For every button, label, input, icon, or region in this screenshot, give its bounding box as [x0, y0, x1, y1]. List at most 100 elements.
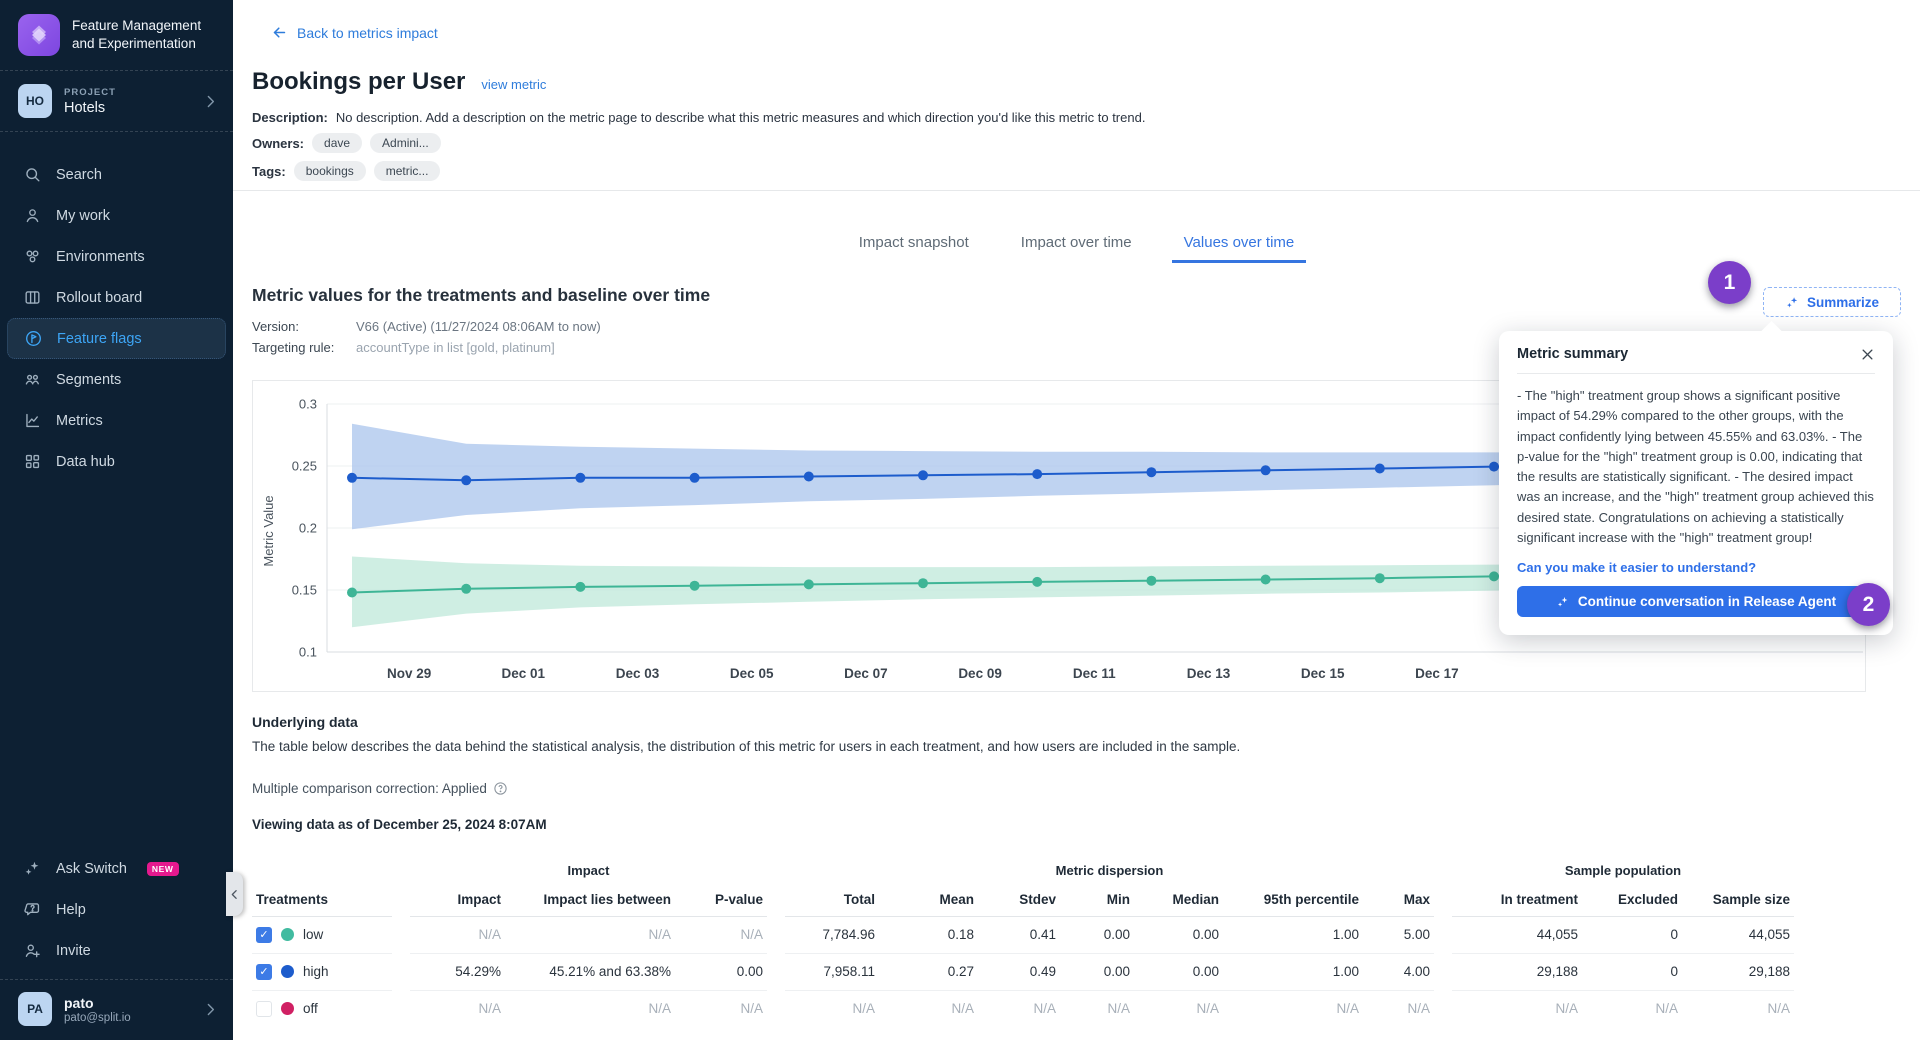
sidebar-item-label: Metrics: [56, 413, 103, 429]
sidebar-item-data-hub[interactable]: Data hub: [0, 441, 233, 482]
tag-pill[interactable]: bookings: [294, 161, 366, 181]
back-link[interactable]: Back to metrics impact: [271, 24, 438, 41]
svg-text:0.25: 0.25: [292, 459, 317, 474]
column-header: Treatments: [252, 884, 392, 916]
close-icon[interactable]: [1860, 347, 1875, 362]
table-group-header-row: ImpactMetric dispersionSample population: [252, 856, 1794, 884]
table-cell: N/A: [1682, 990, 1794, 1027]
popup-title: Metric summary: [1517, 346, 1628, 362]
treatment-checkbox-low[interactable]: ✓: [256, 927, 272, 943]
easier-to-understand-link[interactable]: Can you make it easier to understand?: [1517, 560, 1875, 575]
column-header: Max: [1363, 884, 1434, 916]
table-cell: 54.29%: [410, 953, 505, 990]
info-circle-icon[interactable]: [493, 781, 508, 796]
sidebar-collapse-handle[interactable]: [226, 872, 243, 916]
table-cell: 0.49: [978, 953, 1060, 990]
sidebar-item-label: Search: [56, 167, 102, 183]
owner-pill[interactable]: dave: [312, 133, 362, 153]
summarize-label: Summarize: [1807, 295, 1879, 310]
version-label: Version:: [252, 319, 356, 334]
underlying-data-description: The table below describes the data behin…: [252, 739, 1412, 754]
divider: [233, 190, 1920, 191]
environments-icon: [22, 247, 42, 267]
svg-text:Dec 05: Dec 05: [730, 666, 774, 681]
app-logo-row[interactable]: Feature Management and Experimentation: [0, 0, 233, 70]
sidebar-item-rollout-board[interactable]: Rollout board: [0, 277, 233, 318]
tab-bar: Impact snapshot Impact over time Values ov…: [233, 228, 1920, 263]
underlying-data-table: ImpactMetric dispersionSample population…: [252, 856, 1794, 1027]
column-header: Impact: [410, 884, 505, 916]
table-cell: N/A: [1060, 990, 1134, 1027]
sidebar-item-help[interactable]: Help: [0, 889, 233, 930]
continue-conversation-label: Continue conversation in Release Agent: [1578, 594, 1836, 609]
summarize-button[interactable]: Summarize: [1763, 287, 1901, 317]
tags-label: Tags:: [252, 164, 286, 179]
table-cell: N/A: [505, 916, 675, 953]
sidebar-item-label: My work: [56, 208, 110, 224]
table-cell: 0: [1582, 916, 1682, 953]
table-cell: 0.00: [1060, 916, 1134, 953]
svg-text:Dec 13: Dec 13: [1187, 666, 1231, 681]
sidebar-item-environments[interactable]: Environments: [0, 236, 233, 277]
sidebar-item-search[interactable]: Search: [0, 154, 233, 195]
column-header: Median: [1134, 884, 1223, 916]
sparkles-icon: [22, 859, 42, 879]
table-cell: 0: [1582, 953, 1682, 990]
app-root: Feature Management and Experimentation H…: [0, 0, 1920, 1040]
sidebar: Feature Management and Experimentation H…: [0, 0, 233, 1040]
tags-line: Tags: bookings metric...: [252, 161, 440, 181]
table-cell: 1.00: [1223, 953, 1363, 990]
svg-text:0.2: 0.2: [299, 521, 317, 536]
sidebar-item-metrics[interactable]: Metrics: [0, 400, 233, 441]
metrics-icon: [22, 411, 42, 431]
svg-text:0.3: 0.3: [299, 397, 317, 412]
table-cell: N/A: [1363, 990, 1434, 1027]
table-row-off: offN/AN/AN/AN/AN/AN/AN/AN/AN/AN/AN/AN/AN…: [252, 990, 1794, 1027]
treatment-color-dot: [281, 1002, 294, 1015]
project-switcher[interactable]: HO PROJECT Hotels: [0, 71, 233, 131]
sidebar-item-label: Environments: [56, 249, 145, 265]
svg-text:Dec 09: Dec 09: [958, 666, 1002, 681]
column-header: Impact lies between: [505, 884, 675, 916]
tag-pill[interactable]: metric...: [374, 161, 441, 181]
tab-impact-over-time[interactable]: Impact over time: [1009, 228, 1144, 263]
svg-text:Dec 17: Dec 17: [1415, 666, 1459, 681]
column-header: Excluded: [1582, 884, 1682, 916]
back-link-label: Back to metrics impact: [297, 25, 438, 41]
table-cell: 0.00: [1134, 916, 1223, 953]
treatment-color-dot: [281, 928, 294, 941]
treatment-color-dot: [281, 965, 294, 978]
sidebar-item-segments[interactable]: Segments: [0, 359, 233, 400]
sidebar-item-feature-flags[interactable]: Feature flags: [7, 318, 226, 359]
treatment-checkbox-off[interactable]: [256, 1001, 272, 1017]
owner-pill[interactable]: Admini...: [370, 133, 441, 153]
view-metric-link[interactable]: view metric: [481, 77, 546, 92]
sidebar-item-ask-switch[interactable]: Ask SwitchNEW: [0, 848, 233, 889]
table-cell: 1.00: [1223, 916, 1363, 953]
user-menu[interactable]: PA pato pato@split.io: [0, 979, 233, 1040]
treatment-name: low: [303, 927, 323, 942]
help-icon: [22, 900, 42, 920]
page-title: Bookings per User: [252, 68, 465, 96]
popup-caret: [1761, 321, 1782, 342]
column-header: Total: [785, 884, 879, 916]
sidebar-item-invite[interactable]: Invite: [0, 930, 233, 971]
sidebar-item-my-work[interactable]: My work: [0, 195, 233, 236]
tab-impact-snapshot[interactable]: Impact snapshot: [847, 228, 981, 263]
chevron-right-icon: [202, 1001, 219, 1018]
column-header: Sample size: [1682, 884, 1794, 916]
tab-values-over-time[interactable]: Values over time: [1172, 228, 1307, 263]
table-cell: 44,055: [1452, 916, 1582, 953]
description-line: Description: No description. Add a descr…: [252, 110, 1145, 125]
divider: [1517, 373, 1875, 374]
invite-icon: [22, 941, 42, 961]
treatment-checkbox-high[interactable]: ✓: [256, 964, 272, 980]
svg-text:Nov 29: Nov 29: [387, 666, 431, 681]
split-logo-icon: [18, 14, 60, 56]
chevron-right-icon: [202, 93, 219, 110]
table-cell: 5.00: [1363, 916, 1434, 953]
arrow-left-icon: [271, 24, 288, 41]
continue-conversation-button[interactable]: Continue conversation in Release Agent: [1517, 586, 1875, 617]
sidebar-item-label: Feature flags: [57, 331, 142, 347]
table-cell: 0.41: [978, 916, 1060, 953]
